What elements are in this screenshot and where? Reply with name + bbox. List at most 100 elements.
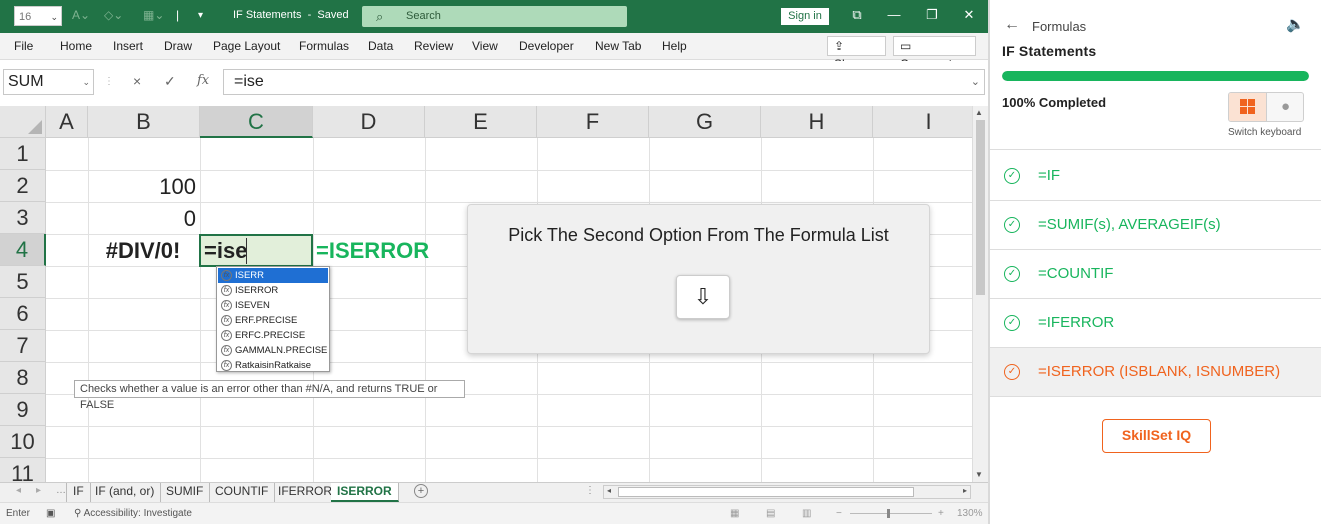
page-break-view-icon[interactable]: ▥ (802, 508, 811, 519)
tab-draw[interactable]: Draw (164, 39, 192, 53)
sheet-tab-iferror[interactable]: IFERROR (272, 483, 339, 502)
font-color-icon[interactable]: A⌄ (72, 8, 90, 22)
name-box[interactable]: SUM ⌄ (3, 69, 94, 95)
scroll-up-icon[interactable]: ▲ (975, 108, 983, 117)
tab-file[interactable]: File (14, 39, 33, 53)
insert-function-icon[interactable]: fx (197, 73, 209, 88)
skillset-iq-button[interactable]: SkillSet IQ (1102, 419, 1211, 453)
lesson-item-countif[interactable]: ✓ =COUNTIF (990, 250, 1321, 299)
tab-insert[interactable]: Insert (113, 39, 143, 53)
page-layout-view-icon[interactable]: ▤ (766, 508, 775, 519)
autocomplete-item[interactable]: fx ERF.PRECISE (218, 313, 328, 328)
ribbon-display-icon[interactable]: ⧉ (847, 7, 867, 23)
splitter-handle-icon[interactable]: ⋮ (585, 485, 595, 496)
speaker-icon[interactable]: 🔈 (1286, 15, 1305, 33)
sign-in-button[interactable]: Sign in (781, 8, 829, 25)
lesson-item-sumif[interactable]: ✓ =SUMIF(s), AVERAGEIF(s) (990, 201, 1321, 250)
select-all-corner[interactable] (0, 106, 46, 138)
tab-home[interactable]: Home (60, 39, 92, 53)
autocomplete-item[interactable]: fx ISERR (218, 268, 328, 283)
next-sheet-icon[interactable]: ▸ (36, 485, 41, 496)
column-header-d[interactable]: D (313, 106, 425, 138)
share-button[interactable]: ⇪ Share (827, 36, 886, 71)
row-header-10[interactable]: 10 (0, 426, 46, 458)
column-header-h[interactable]: H (761, 106, 873, 138)
cell-b3[interactable]: 0 (88, 206, 196, 232)
breadcrumb[interactable]: Formulas (1032, 19, 1086, 34)
confirm-formula-icon[interactable]: ✓ (164, 73, 176, 90)
cell-d4[interactable]: =ISERROR (316, 238, 429, 264)
autocomplete-item[interactable]: fx ERFC.PRECISE (218, 328, 328, 343)
sheet-tab-sumif[interactable]: SUMIF (160, 483, 211, 502)
next-step-button[interactable]: ⇩ (676, 275, 730, 319)
minimize-icon[interactable]: — (884, 7, 904, 22)
comments-button[interactable]: ▭ Comments (893, 36, 976, 71)
column-header-c[interactable]: C (200, 106, 313, 138)
row-header-1[interactable]: 1 (0, 138, 46, 170)
lesson-item-iserror[interactable]: ✓ =ISERROR (ISBLANK, ISNUMBER) (990, 348, 1321, 397)
row-header-11[interactable]: 11 (0, 458, 46, 482)
column-header-g[interactable]: G (649, 106, 761, 138)
column-header-b[interactable]: B (88, 106, 200, 138)
row-header-5[interactable]: 5 (0, 266, 46, 298)
row-header-3[interactable]: 3 (0, 202, 46, 234)
formula-input[interactable]: =ise ⌄ (223, 69, 985, 95)
autocomplete-item[interactable]: fx RatkaisinRatkaise (218, 358, 328, 373)
cell-b2[interactable]: 100 (88, 174, 196, 200)
scroll-down-icon[interactable]: ▼ (975, 470, 983, 479)
sheet-tab-iserror[interactable]: ISERROR (331, 483, 399, 502)
zoom-slider-thumb[interactable] (887, 509, 890, 518)
active-cell-c4[interactable]: =ise (199, 234, 313, 267)
tab-page-layout[interactable]: Page Layout (213, 39, 280, 53)
tab-formulas[interactable]: Formulas (299, 39, 349, 53)
row-header-2[interactable]: 2 (0, 170, 46, 202)
fill-color-icon[interactable]: ◇⌄ (104, 8, 123, 22)
row-header-6[interactable]: 6 (0, 298, 46, 330)
lesson-item-iferror[interactable]: ✓ =IFERROR (990, 299, 1321, 348)
autocomplete-item[interactable]: fx GAMMALN.PRECISE (218, 343, 328, 358)
sheet-tab-countif[interactable]: COUNTIF (209, 483, 276, 502)
zoom-level[interactable]: 130% (957, 508, 983, 519)
normal-view-icon[interactable]: ▦ (730, 508, 739, 519)
scroll-thumb[interactable] (618, 487, 914, 497)
cancel-formula-icon[interactable]: × (133, 73, 141, 89)
search-box[interactable]: ⌕ Search (362, 6, 627, 27)
scroll-left-icon[interactable]: ◂ (607, 486, 611, 495)
zoom-slider[interactable] (850, 513, 932, 514)
tab-view[interactable]: View (472, 39, 498, 53)
column-header-e[interactable]: E (425, 106, 537, 138)
drag-handle-icon[interactable]: ⋮ (104, 76, 114, 87)
column-header-a[interactable]: A (46, 106, 88, 138)
close-icon[interactable]: ✕ (959, 7, 979, 23)
zoom-in-icon[interactable]: + (938, 508, 944, 519)
accessibility-checker[interactable]: ⚲ Accessibility: Investigate (74, 508, 192, 519)
column-header-f[interactable]: F (537, 106, 649, 138)
tab-developer[interactable]: Developer (519, 39, 574, 53)
row-header-8[interactable]: 8 (0, 362, 46, 394)
sheet-tab-if-and-or[interactable]: IF (and, or) (89, 483, 162, 502)
autocomplete-item[interactable]: fx ISEVEN (218, 298, 328, 313)
back-arrow-icon[interactable]: ← (1004, 16, 1020, 34)
tab-new-tab[interactable]: New Tab (595, 39, 641, 53)
customize-toolbar-icon[interactable]: ▾ (198, 10, 203, 21)
row-header-9[interactable]: 9 (0, 394, 46, 426)
vertical-scrollbar[interactable]: ▲ ▼ (972, 106, 988, 482)
column-header-i[interactable]: I (873, 106, 972, 138)
tab-data[interactable]: Data (368, 39, 393, 53)
expand-formula-icon[interactable]: ⌄ (971, 70, 980, 94)
mac-keyboard-button[interactable]: ● (1267, 93, 1303, 121)
lesson-item-if[interactable]: ✓ =IF (990, 152, 1321, 201)
prev-sheet-icon[interactable]: ◂ (16, 485, 21, 496)
row-header-4[interactable]: 4 (0, 234, 46, 266)
tab-review[interactable]: Review (414, 39, 453, 53)
windows-keyboard-button[interactable] (1229, 93, 1267, 121)
scroll-thumb[interactable] (976, 120, 985, 295)
scroll-right-icon[interactable]: ▸ (963, 486, 967, 495)
more-sheets-icon[interactable]: … (56, 485, 66, 496)
borders-icon[interactable]: ▦⌄ (143, 8, 164, 22)
sheet-tab-if[interactable]: IF (66, 483, 91, 502)
autocomplete-item[interactable]: fx ISERROR (218, 283, 328, 298)
zoom-out-icon[interactable]: − (836, 508, 842, 519)
add-sheet-icon[interactable]: + (414, 484, 428, 498)
row-header-7[interactable]: 7 (0, 330, 46, 362)
